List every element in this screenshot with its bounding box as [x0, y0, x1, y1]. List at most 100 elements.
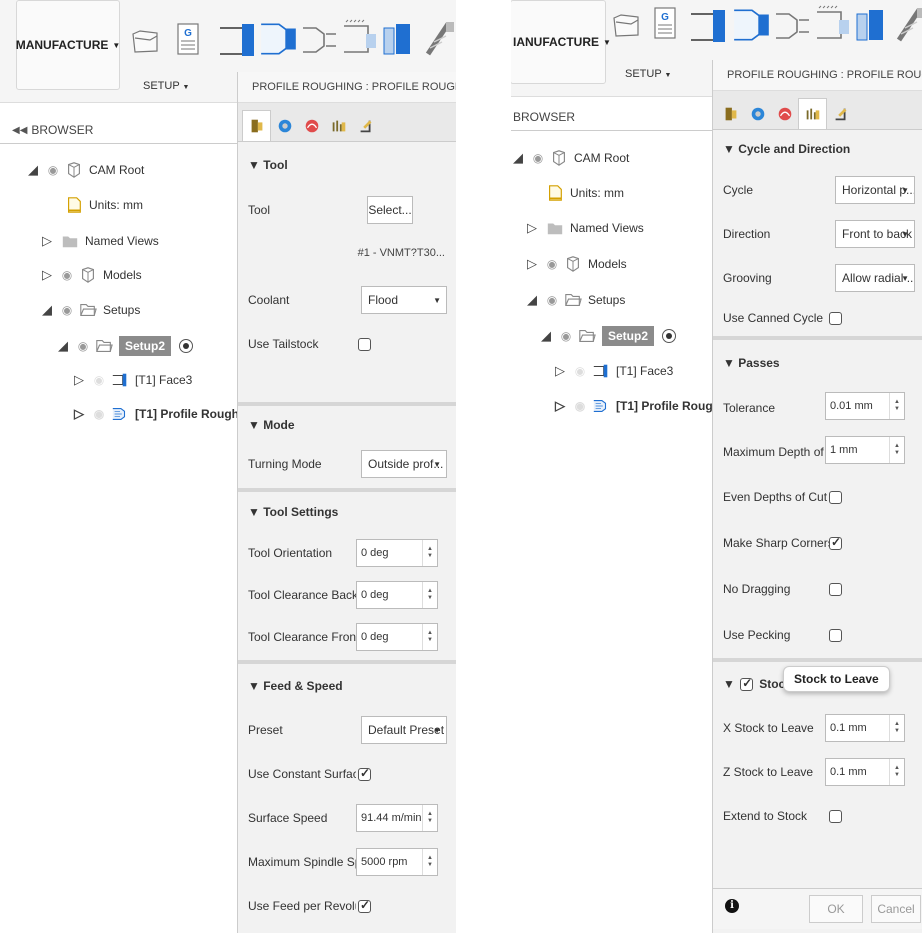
- collapsed-triangle-icon[interactable]: ▷: [527, 256, 543, 272]
- constant-surface-speed-checkbox[interactable]: [358, 766, 371, 781]
- collapsed-triangle-icon[interactable]: ▷: [527, 220, 543, 236]
- setup-menu[interactable]: SETUP ▼: [143, 80, 189, 92]
- tree-setups[interactable]: ◢ ◉ Setups: [42, 298, 140, 322]
- spinner-icon[interactable]: ▲ ▼: [422, 582, 437, 608]
- drill-op-icon[interactable]: [889, 4, 922, 44]
- tool-tab-icon[interactable]: [717, 99, 744, 129]
- tolerance-input[interactable]: 0.01 mm ▲ ▼: [825, 392, 905, 420]
- tree-setup2[interactable]: ◢ ◉ Setup2: [541, 324, 677, 348]
- folder-icon[interactable]: [130, 26, 160, 56]
- dialog-title-bar[interactable]: PROFILE ROUGHING : PROFILE ROUGHING2: [238, 72, 456, 103]
- tree-cam-root[interactable]: ◢ ◉ CAM Root: [28, 158, 144, 182]
- spinner-icon[interactable]: ▲ ▼: [889, 759, 904, 785]
- eye-hidden-icon[interactable]: ◉: [90, 373, 108, 387]
- manufacture-workspace-button[interactable]: MANUFACTURE ▼: [16, 0, 120, 90]
- eye-icon[interactable]: ◉: [58, 268, 76, 282]
- sharp-corners-checkbox[interactable]: [829, 535, 842, 550]
- browser-header[interactable]: ◀◀ BROWSER: [0, 117, 242, 144]
- tool-section-header[interactable]: ▼ Tool: [238, 142, 456, 188]
- eye-hidden-icon[interactable]: ◉: [571, 364, 589, 378]
- tree-named-views[interactable]: ▷ Named Views: [42, 229, 159, 253]
- spinner-icon[interactable]: ▲ ▼: [889, 715, 904, 741]
- select-tool-button[interactable]: Select...: [367, 196, 413, 224]
- passes-section-header[interactable]: ▼ Passes: [713, 340, 922, 386]
- expand-triangle-icon[interactable]: ◢: [513, 150, 529, 166]
- face-op-icon[interactable]: [218, 20, 258, 60]
- spinner-icon[interactable]: ▲ ▼: [422, 624, 437, 650]
- surface-speed-input[interactable]: 91.44 m/min ▲ ▼: [356, 804, 438, 832]
- z-stock-input[interactable]: 0.1 mm ▲ ▼: [825, 758, 905, 786]
- expand-triangle-icon[interactable]: ◢: [28, 162, 44, 178]
- x-stock-input[interactable]: 0.1 mm ▲ ▼: [825, 714, 905, 742]
- tree-op-profile[interactable]: ▷ ◉ [T1] Profile Roughi: [555, 394, 723, 418]
- g-code-icon[interactable]: [653, 6, 677, 40]
- cycle-section-header[interactable]: ▼ Cycle and Direction: [713, 130, 922, 168]
- profile-op-icon[interactable]: [731, 4, 773, 46]
- dialog-title-bar[interactable]: PROFILE ROUGHING : PROFILE ROUGHING2: [713, 60, 922, 91]
- eye-icon[interactable]: ◉: [74, 339, 92, 353]
- use-canned-cycle-checkbox[interactable]: [829, 312, 842, 325]
- passes-tab-icon[interactable]: [325, 111, 352, 141]
- browser-header[interactable]: BROWSER: [511, 104, 713, 131]
- tree-models[interactable]: ▷ ◉ Models: [42, 263, 142, 287]
- collapsed-triangle-icon[interactable]: ▷: [42, 267, 58, 283]
- eye-hidden-icon[interactable]: ◉: [90, 407, 108, 421]
- spinner-icon[interactable]: ▲ ▼: [889, 437, 904, 463]
- preset-select[interactable]: Default Preset ▼: [361, 716, 447, 744]
- profile-op-icon[interactable]: [258, 18, 300, 60]
- setup-menu[interactable]: SETUP ▼: [625, 68, 671, 80]
- geometry-tab-icon[interactable]: [271, 111, 298, 141]
- groove-op-icon[interactable]: [773, 6, 813, 46]
- tree-units[interactable]: Units: mm: [543, 181, 624, 205]
- expand-triangle-icon[interactable]: ◢: [58, 338, 74, 354]
- expand-triangle-icon[interactable]: ◢: [527, 292, 543, 308]
- linking-tab-icon[interactable]: [827, 99, 854, 129]
- spinner-icon[interactable]: ▲ ▼: [889, 393, 904, 419]
- collapse-browser-icon[interactable]: ◀◀: [12, 125, 27, 136]
- active-setup-radio-icon[interactable]: [179, 339, 194, 353]
- coolant-select[interactable]: Flood ▼: [361, 286, 447, 314]
- extend-to-stock-checkbox[interactable]: [829, 810, 842, 823]
- tree-op-profile[interactable]: ▷ ◉ [T1] Profile Roughi: [74, 402, 242, 426]
- g-code-icon[interactable]: [176, 22, 200, 56]
- expand-triangle-icon[interactable]: ◢: [541, 328, 557, 344]
- heights-tab-icon[interactable]: [771, 99, 798, 129]
- clearance-front-input[interactable]: 0 deg ▲ ▼: [356, 623, 438, 651]
- clearance-back-input[interactable]: 0 deg ▲ ▼: [356, 581, 438, 609]
- manufacture-workspace-button[interactable]: IANUFACTURE ▼: [511, 0, 611, 84]
- use-tailstock-checkbox[interactable]: [358, 338, 371, 351]
- tree-op-face3[interactable]: ▷ ◉ [T1] Face3: [555, 359, 673, 383]
- tree-models[interactable]: ▷ ◉ Models: [527, 252, 627, 276]
- eye-icon[interactable]: ◉: [529, 151, 547, 165]
- expand-triangle-icon[interactable]: ◢: [42, 302, 58, 318]
- tree-setups[interactable]: ◢ ◉ Setups: [527, 288, 625, 312]
- collapsed-triangle-icon[interactable]: ▷: [555, 398, 571, 414]
- tree-setup2[interactable]: ◢ ◉ Setup2: [58, 334, 194, 358]
- max-spindle-input[interactable]: 5000 rpm ▲ ▼: [356, 848, 438, 876]
- cycle-select[interactable]: Horizontal p... ▼: [835, 176, 915, 204]
- use-pecking-checkbox[interactable]: [829, 629, 842, 642]
- tree-cam-root[interactable]: ◢ ◉ CAM Root: [513, 146, 629, 170]
- mode-section-header[interactable]: ▼ Mode: [238, 406, 456, 444]
- spinner-icon[interactable]: ▲ ▼: [422, 849, 437, 875]
- grooving-select[interactable]: Allow radial ... ▼: [835, 264, 915, 292]
- parting-op-icon[interactable]: [378, 20, 418, 60]
- face-op-icon[interactable]: [689, 6, 729, 46]
- tool-tab-icon[interactable]: [242, 110, 271, 141]
- tree-op-face3[interactable]: ▷ ◉ [T1] Face3: [74, 368, 192, 392]
- geometry-tab-icon[interactable]: [744, 99, 771, 129]
- tree-units[interactable]: Units: mm: [62, 193, 143, 217]
- thread-op-icon[interactable]: [813, 4, 853, 44]
- eye-icon[interactable]: ◉: [44, 163, 62, 177]
- tool-orientation-input[interactable]: 0 deg ▲ ▼: [356, 539, 438, 567]
- eye-hidden-icon[interactable]: ◉: [571, 399, 589, 413]
- collapsed-triangle-icon[interactable]: ▷: [42, 233, 58, 249]
- collapsed-triangle-icon[interactable]: ▷: [74, 372, 90, 388]
- eye-icon[interactable]: ◉: [58, 303, 76, 317]
- max-depth-input[interactable]: 1 mm ▲ ▼: [825, 436, 905, 464]
- direction-select[interactable]: Front to back ▼: [835, 220, 915, 248]
- info-icon[interactable]: i: [725, 899, 739, 913]
- turning-mode-select[interactable]: Outside prof... ▼: [361, 450, 447, 478]
- eye-icon[interactable]: ◉: [543, 257, 561, 271]
- eye-icon[interactable]: ◉: [557, 329, 575, 343]
